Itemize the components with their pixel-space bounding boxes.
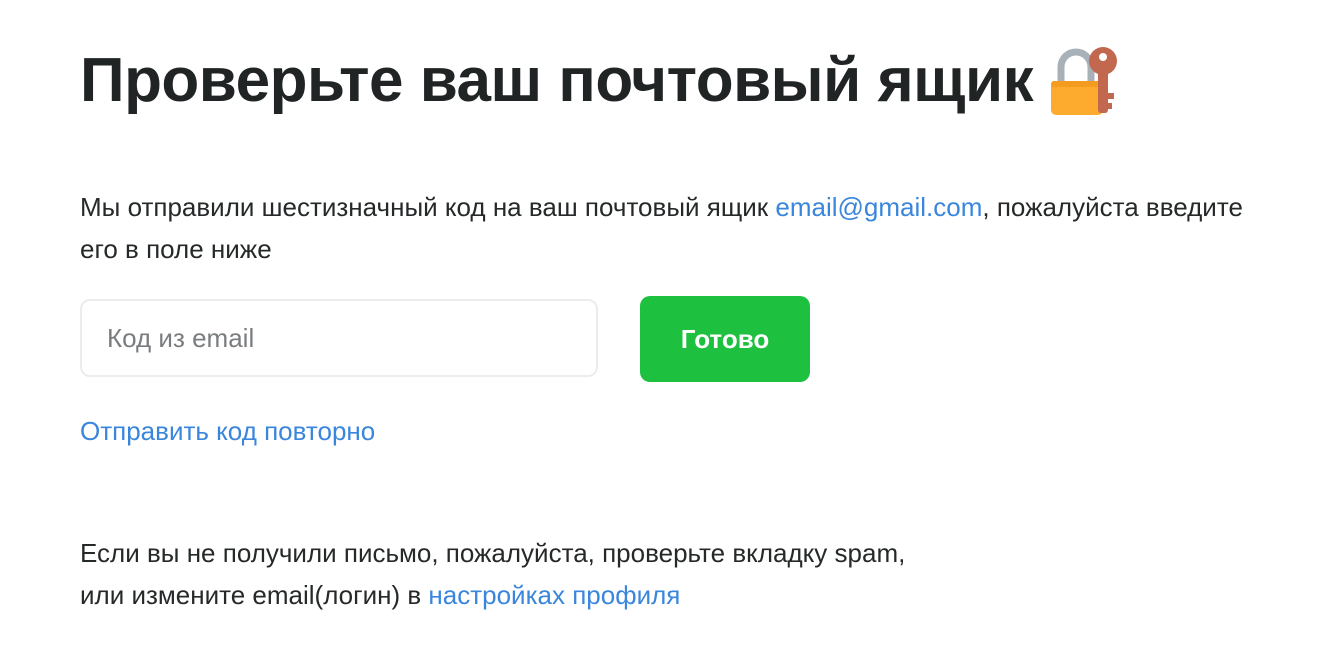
page-title: Проверьте ваш почтовый ящик bbox=[80, 46, 1034, 115]
spam-note-line2: или измените email(логин) в bbox=[80, 580, 429, 610]
email-verification-page: Проверьте ваш почтовый ящик Мы отправили… bbox=[0, 0, 1337, 657]
instruction-text-start: Мы отправили шестизначный код на ваш поч… bbox=[80, 192, 776, 222]
spam-note: Если вы не получили письмо, пожалуйста, … bbox=[80, 532, 1180, 616]
email-code-input[interactable] bbox=[80, 299, 598, 377]
spam-note-line1: Если вы не получили письмо, пожалуйста, … bbox=[80, 538, 906, 568]
instruction-text: Мы отправили шестизначный код на ваш поч… bbox=[80, 186, 1280, 270]
heading-row: Проверьте ваш почтовый ящик bbox=[80, 38, 1123, 124]
done-button[interactable]: Готово bbox=[640, 296, 810, 382]
lock-with-key-icon bbox=[1047, 43, 1123, 119]
resend-code-link[interactable]: Отправить код повторно bbox=[80, 412, 375, 450]
email-link[interactable]: email@gmail.com bbox=[775, 192, 982, 222]
profile-settings-link[interactable]: настройках профиля bbox=[428, 580, 680, 610]
